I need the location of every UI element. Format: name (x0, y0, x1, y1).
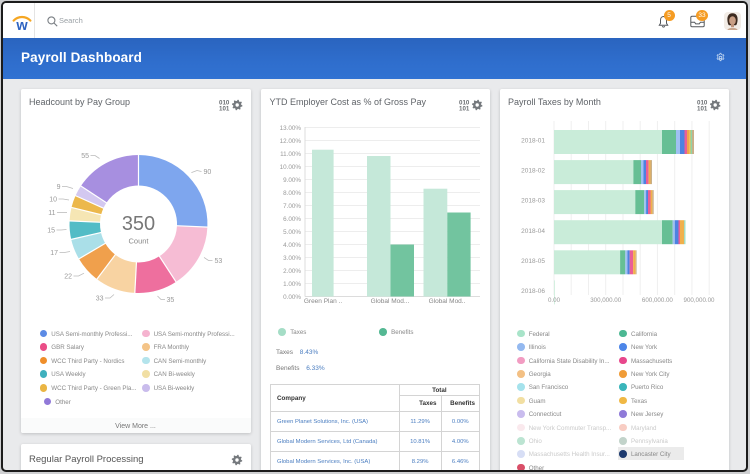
svg-text:0.00%: 0.00% (283, 294, 301, 301)
svg-text:2.00%: 2.00% (283, 268, 301, 275)
svg-text:90: 90 (203, 169, 211, 176)
svg-text:13.00%: 13.00% (280, 125, 302, 132)
svg-text:2018-05: 2018-05 (521, 258, 545, 265)
svg-text:15: 15 (47, 228, 55, 235)
svg-text:9: 9 (56, 184, 60, 191)
svg-text:6.00%: 6.00% (283, 216, 301, 223)
svg-text:w: w (15, 18, 28, 33)
svg-text:33: 33 (95, 296, 103, 303)
svg-text:55: 55 (81, 153, 89, 160)
svg-text:10: 10 (49, 197, 57, 204)
svg-text:2018-06: 2018-06 (521, 288, 545, 295)
svg-text:22: 22 (64, 274, 72, 281)
svg-text:2018-04: 2018-04 (521, 228, 545, 235)
svg-text:3.00%: 3.00% (283, 255, 301, 262)
svg-text:900,000.00: 900,000.00 (683, 297, 715, 304)
svg-text:17: 17 (50, 250, 58, 257)
svg-text:53: 53 (214, 258, 222, 265)
svg-text:12.00%: 12.00% (280, 138, 302, 145)
svg-text:8.00%: 8.00% (283, 190, 301, 197)
svg-text:Count: Count (128, 237, 149, 246)
svg-text:2018-01: 2018-01 (521, 138, 545, 145)
svg-text:7.00%: 7.00% (283, 203, 301, 210)
svg-text:0.00: 0.00 (547, 297, 560, 304)
svg-text:Green Plan ..: Green Plan .. (304, 298, 342, 305)
svg-text:350: 350 (121, 213, 154, 235)
svg-text:2018-02: 2018-02 (521, 168, 545, 175)
svg-text:2018-03: 2018-03 (521, 198, 545, 205)
svg-text:300,000.00: 300,000.00 (590, 297, 622, 304)
svg-text:5.00%: 5.00% (283, 229, 301, 236)
svg-text:9.00%: 9.00% (283, 177, 301, 184)
svg-text:35: 35 (166, 297, 174, 304)
svg-text:Global Mod...: Global Mod... (371, 298, 410, 305)
svg-text:Global Mod..: Global Mod.. (429, 298, 466, 305)
svg-text:600,000.00: 600,000.00 (641, 297, 673, 304)
svg-text:4.00%: 4.00% (283, 242, 301, 249)
svg-text:1.00%: 1.00% (283, 281, 301, 288)
svg-text:11: 11 (48, 210, 55, 217)
svg-text:11.00%: 11.00% (280, 151, 301, 158)
svg-text:10.00%: 10.00% (280, 164, 302, 171)
